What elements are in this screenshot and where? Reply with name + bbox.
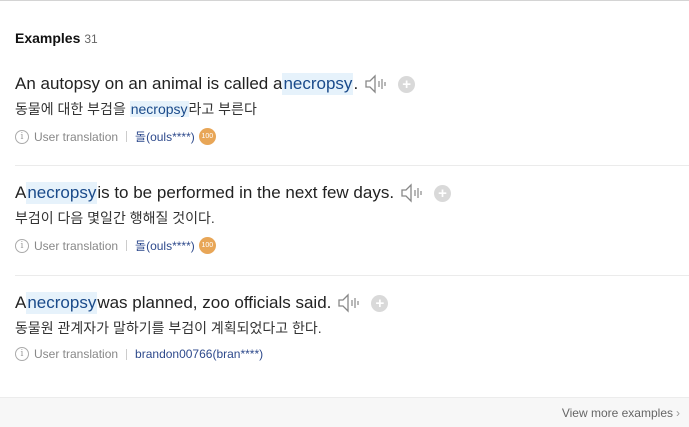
divider bbox=[15, 275, 689, 276]
example-item: An autopsy on an animal is called a necr… bbox=[15, 73, 689, 145]
example-item: A necropsy is to be performed in the nex… bbox=[15, 182, 689, 254]
separator bbox=[126, 240, 128, 251]
sentence-text: An autopsy on an animal is called a bbox=[15, 74, 283, 93]
source-label: User translation bbox=[34, 347, 119, 361]
example-sentence: An autopsy on an animal is called a necr… bbox=[15, 73, 689, 95]
add-to-wordbook-button[interactable]: + bbox=[434, 184, 452, 202]
level-badge: 100 bbox=[198, 237, 216, 254]
example-source: i User translation 돌(ouls****) 100 bbox=[15, 237, 689, 254]
separator bbox=[126, 348, 128, 360]
level-badge: 100 bbox=[198, 128, 216, 145]
example-item: A necropsy was planned, zoo officials sa… bbox=[15, 292, 689, 361]
keyword-highlight: necropsy bbox=[26, 182, 98, 204]
example-translation: 부검이 다음 몇일간 행해질 것이다. bbox=[15, 209, 689, 227]
source-label: User translation bbox=[34, 238, 119, 253]
examples-footer: View more examples › bbox=[0, 397, 689, 427]
chevron-right-icon: › bbox=[676, 406, 680, 420]
info-icon[interactable]: i bbox=[15, 238, 29, 253]
examples-count: 31 bbox=[84, 32, 98, 46]
speaker-icon[interactable] bbox=[400, 183, 426, 203]
translation-text: 동물에 대한 부검을 bbox=[15, 101, 130, 117]
view-more-label: View more examples bbox=[561, 406, 673, 420]
separator bbox=[126, 131, 128, 142]
translator-link[interactable]: 돌(ouls****) bbox=[135, 128, 195, 145]
sentence-text: was planned, zoo officials said. bbox=[97, 293, 332, 312]
example-source: i User translation 돌(ouls****) 100 bbox=[15, 128, 689, 145]
example-translation: 동물원 관계자가 말하기를 부검이 계획되었다고 한다. bbox=[15, 319, 689, 337]
examples-panel: Examples 31 An autopsy on an animal is ca… bbox=[0, 0, 689, 427]
examples-header: Examples 31 bbox=[15, 30, 98, 46]
view-more-examples-link[interactable]: View more examples › bbox=[562, 406, 680, 420]
info-icon[interactable]: i bbox=[15, 347, 29, 361]
translator-link[interactable]: brandon00766(bran****) bbox=[135, 347, 263, 361]
source-label: User translation bbox=[34, 129, 119, 144]
example-translation: 동물에 대한 부검을 necropsy라고 부른다 bbox=[15, 100, 689, 118]
translation-text: 라고 부른다 bbox=[188, 101, 257, 117]
keyword-highlight: necropsy bbox=[129, 101, 189, 117]
sentence-text: is to be performed in the next few days. bbox=[97, 183, 395, 202]
add-to-wordbook-button[interactable]: + bbox=[398, 75, 416, 93]
keyword-highlight: necropsy bbox=[282, 73, 354, 95]
sentence-text: . bbox=[353, 74, 359, 93]
translation-text: 동물원 관계자가 말하기를 부검이 계획되었다고 한다. bbox=[15, 320, 322, 336]
translator-link[interactable]: 돌(ouls****) bbox=[135, 237, 195, 254]
examples-title: Examples bbox=[15, 30, 81, 46]
info-icon[interactable]: i bbox=[15, 129, 29, 144]
sentence-text: A bbox=[15, 183, 27, 202]
keyword-highlight: necropsy bbox=[26, 292, 98, 314]
sentence-text: A bbox=[15, 293, 27, 312]
example-sentence: A necropsy was planned, zoo officials sa… bbox=[15, 292, 689, 314]
speaker-icon[interactable] bbox=[364, 74, 390, 94]
translation-text: 부검이 다음 몇일간 행해질 것이다. bbox=[15, 210, 215, 226]
speaker-icon[interactable] bbox=[337, 293, 363, 313]
example-source: i User translation brandon00766(bran****… bbox=[15, 347, 689, 361]
divider bbox=[15, 165, 689, 166]
add-to-wordbook-button[interactable]: + bbox=[371, 294, 389, 312]
example-sentence: A necropsy is to be performed in the nex… bbox=[15, 182, 689, 204]
